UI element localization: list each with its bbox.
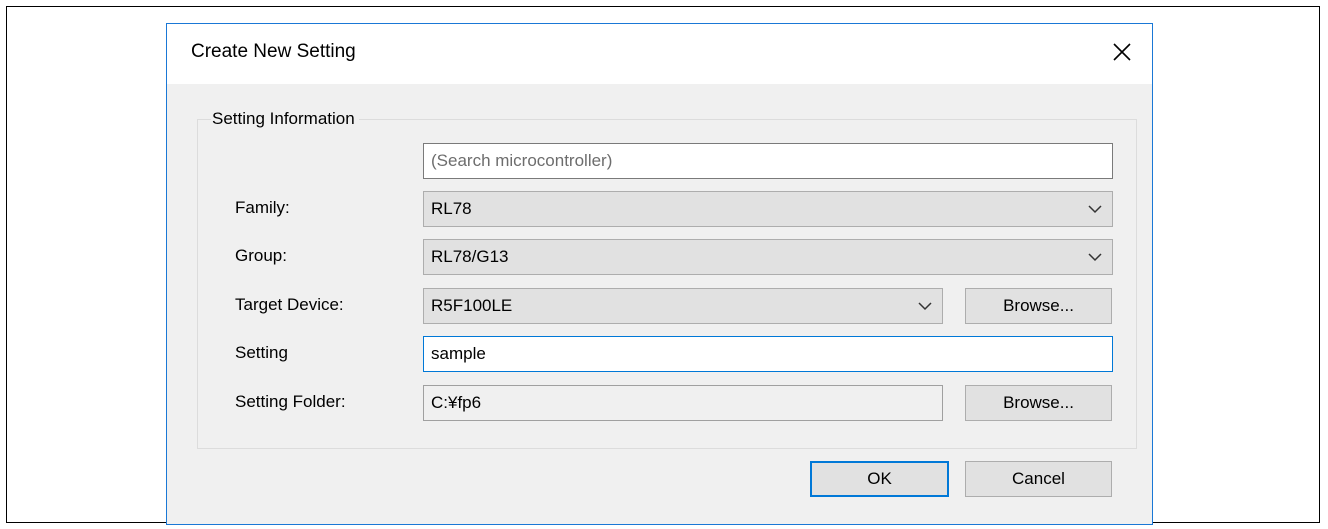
target-device-browse-button[interactable]: Browse... [965, 288, 1112, 324]
search-microcontroller-input[interactable]: (Search microcontroller) [423, 143, 1113, 179]
group-legend: Setting Information [211, 108, 359, 130]
close-icon [1113, 43, 1131, 61]
group-value: RL78/G13 [431, 247, 509, 266]
setting-folder-browse-button[interactable]: Browse... [965, 385, 1112, 421]
setting-value: sample [431, 344, 486, 363]
ok-button[interactable]: OK [810, 461, 949, 497]
setting-name-input[interactable]: sample [423, 336, 1113, 372]
group-select[interactable]: RL78/G13 [423, 239, 1113, 275]
family-value: RL78 [431, 199, 472, 218]
setting-folder-input[interactable]: C:¥fp6 [423, 385, 943, 421]
close-button[interactable] [1092, 24, 1152, 80]
chevron-down-icon [1088, 205, 1102, 214]
target-device-value: R5F100LE [431, 296, 513, 315]
chevron-down-icon [1088, 253, 1102, 262]
family-label: Family: [235, 198, 290, 217]
chevron-down-icon [918, 302, 932, 311]
target-device-select[interactable]: R5F100LE [423, 288, 943, 324]
title-bar: Create New Setting [167, 24, 1152, 84]
setting-folder-value: C:¥fp6 [431, 393, 482, 412]
setting-label: Setting [235, 343, 288, 362]
target-device-label: Target Device: [235, 295, 344, 314]
dialog-title: Create New Setting [191, 41, 356, 62]
family-select[interactable]: RL78 [423, 191, 1113, 227]
search-placeholder: (Search microcontroller) [431, 151, 613, 170]
create-new-setting-dialog: Create New Setting Setting Information (… [166, 23, 1153, 525]
cancel-button[interactable]: Cancel [965, 461, 1112, 497]
setting-folder-label: Setting Folder: [235, 392, 346, 411]
group-label: Group: [235, 246, 287, 265]
